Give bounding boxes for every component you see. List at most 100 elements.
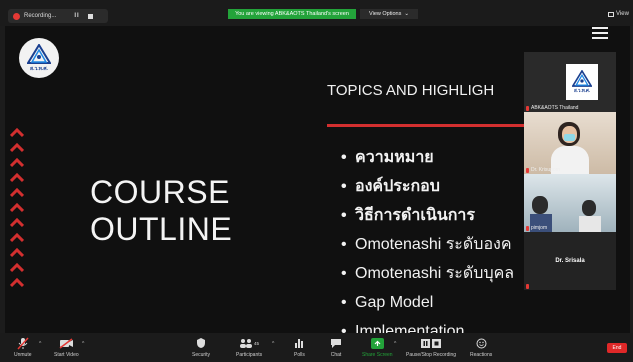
meeting-toolbar: Unmute ^ Start Video ^ Security 45 Parti…	[0, 333, 633, 362]
shield-icon	[197, 338, 206, 348]
participant-name-center: Dr. Srisala	[555, 258, 585, 264]
chat-icon	[331, 338, 341, 348]
participant-head	[532, 196, 548, 214]
top-bar: Recording... II You are viewing ABK&AOTS…	[0, 0, 633, 26]
topic-item: • Gap Model	[341, 288, 539, 317]
viewing-screen-banner: You are viewing ABK&AOTS Thailand's scre…	[228, 9, 356, 19]
bullet-marker: •	[341, 264, 347, 282]
recording-indicator[interactable]: Recording... II	[8, 9, 108, 23]
topic-item: • Omotenashi ระดับองค	[341, 230, 539, 259]
muted-mic-icon	[526, 225, 529, 231]
bullet-marker: •	[341, 206, 347, 224]
pause-stop-recording-button[interactable]: Pause/Stop Recording	[406, 336, 456, 358]
participant-tile[interactable]: Dr. Srisala	[524, 232, 616, 290]
video-options-caret[interactable]: ^	[82, 341, 84, 347]
participant-tile[interactable]: ส.ว.ท.ศ. ABK&AOTS Thailand	[524, 52, 616, 112]
muted-mic-icon	[526, 105, 529, 111]
polls-label: Polls	[294, 352, 305, 358]
pause-recording-button[interactable]: II	[74, 13, 79, 19]
start-video-button[interactable]: Start Video	[54, 336, 79, 358]
participant-head	[582, 200, 596, 216]
bullet-marker: •	[341, 148, 347, 166]
chevron-up-icon	[10, 217, 24, 228]
view-button[interactable]: View	[608, 11, 629, 17]
participant-name-label: pimjom	[526, 225, 547, 231]
participant-logo: ส.ว.ท.ศ.	[566, 64, 598, 100]
chevron-up-icon	[10, 127, 24, 138]
unmute-label: Unmute	[14, 352, 32, 358]
polls-icon	[295, 338, 304, 348]
topic-item: • องค์ประกอบ	[341, 172, 539, 201]
participant-name: Dr. Krisupom	[531, 167, 560, 173]
participant-name: pimjom	[531, 225, 548, 231]
record-dot-icon	[13, 12, 20, 20]
participants-icon	[240, 338, 253, 348]
topic-list: • ความหมาย • องค์ประกอบ • วิธีการดำเนินการ …	[341, 143, 539, 346]
view-options-label: View Options	[369, 11, 402, 17]
decorative-chevrons	[10, 126, 26, 291]
logo-text: ส.ว.ท.ศ.	[30, 65, 48, 72]
share-options-caret[interactable]: ^	[394, 341, 396, 347]
hamburger-menu-icon[interactable]	[592, 27, 608, 42]
chat-label: Chat	[330, 352, 342, 358]
share-screen-button[interactable]: Share Screen	[362, 336, 393, 358]
topics-title: TOPICS AND HIGHLIGH	[327, 82, 495, 99]
stop-recording-button[interactable]	[87, 13, 93, 19]
participant-tile[interactable]: Dr. Krisupom	[524, 112, 616, 174]
end-meeting-button[interactable]: End	[607, 343, 627, 353]
muted-microphone-icon	[17, 336, 29, 350]
chevron-up-icon	[10, 202, 24, 213]
chevron-up-icon	[10, 172, 24, 183]
view-label: View	[616, 11, 629, 17]
bullet-marker: •	[341, 177, 347, 195]
organization-logo: ส.ว.ท.ศ.	[19, 38, 59, 78]
reactions-button[interactable]: Reactions	[470, 336, 492, 358]
participants-button[interactable]: 45 Participants	[236, 336, 262, 358]
topic-item: • Omotenashi ระดับบุคล	[341, 259, 539, 288]
title-underline	[327, 124, 537, 127]
unmute-button[interactable]: Unmute	[14, 336, 32, 358]
reactions-label: Reactions	[470, 352, 493, 358]
recording-text: Recording...	[24, 13, 57, 19]
security-label: Security	[192, 352, 211, 358]
participant-logo-text: ส.ว.ท.ศ.	[573, 88, 591, 93]
face-mask	[564, 134, 575, 141]
viewing-screen-text: You are viewing ABK&AOTS Thailand's scre…	[235, 11, 349, 17]
chevron-up-icon	[10, 142, 24, 153]
gallery-view-icon	[608, 11, 614, 17]
topic-text: Omotenashi ระดับบุคล	[355, 265, 515, 282]
security-button[interactable]: Security	[192, 336, 210, 358]
stop-icon	[432, 338, 442, 348]
bullet-marker: •	[341, 235, 347, 253]
topic-text: วิธีการดำเนินการ	[355, 207, 475, 224]
participants-count: 45	[254, 340, 260, 346]
view-options-caret-icon: ⌄	[404, 11, 409, 17]
logo-emblem-icon	[27, 43, 51, 64]
participant-body	[579, 216, 601, 232]
participant-tile[interactable]: pimjom	[524, 174, 616, 232]
participant-name-label: ABK&AOTS Thailand	[526, 105, 578, 111]
topic-item: • ความหมาย	[341, 143, 539, 172]
share-screen-label: Share Screen	[362, 352, 393, 358]
participants-options-caret[interactable]: ^	[272, 341, 274, 347]
polls-button[interactable]: Polls	[294, 336, 305, 358]
start-video-label: Start Video	[54, 352, 79, 358]
topic-text: Omotenashi ระดับองค	[355, 236, 512, 253]
end-label: End	[612, 345, 622, 351]
zoom-window: Recording... II You are viewing ABK&AOTS…	[0, 0, 633, 362]
chevron-up-icon	[10, 232, 24, 243]
pause-stop-recording-label: Pause/Stop Recording	[406, 352, 457, 358]
video-off-icon	[59, 337, 73, 349]
audio-options-caret[interactable]: ^	[39, 341, 41, 347]
chevron-up-icon	[10, 262, 24, 273]
pause-icon	[421, 338, 431, 348]
chevron-up-icon	[10, 187, 24, 198]
participant-name-label: Dr. Krisupom	[526, 167, 560, 173]
view-options-button[interactable]: View Options ⌄	[360, 9, 418, 19]
course-outline-heading: COURSE OUTLINE	[90, 174, 232, 248]
chat-button[interactable]: Chat	[330, 336, 342, 358]
chevron-up-icon	[10, 247, 24, 258]
logo-emblem-icon	[572, 70, 592, 87]
topic-text: ความหมาย	[355, 149, 434, 166]
topic-text: องค์ประกอบ	[355, 178, 440, 195]
